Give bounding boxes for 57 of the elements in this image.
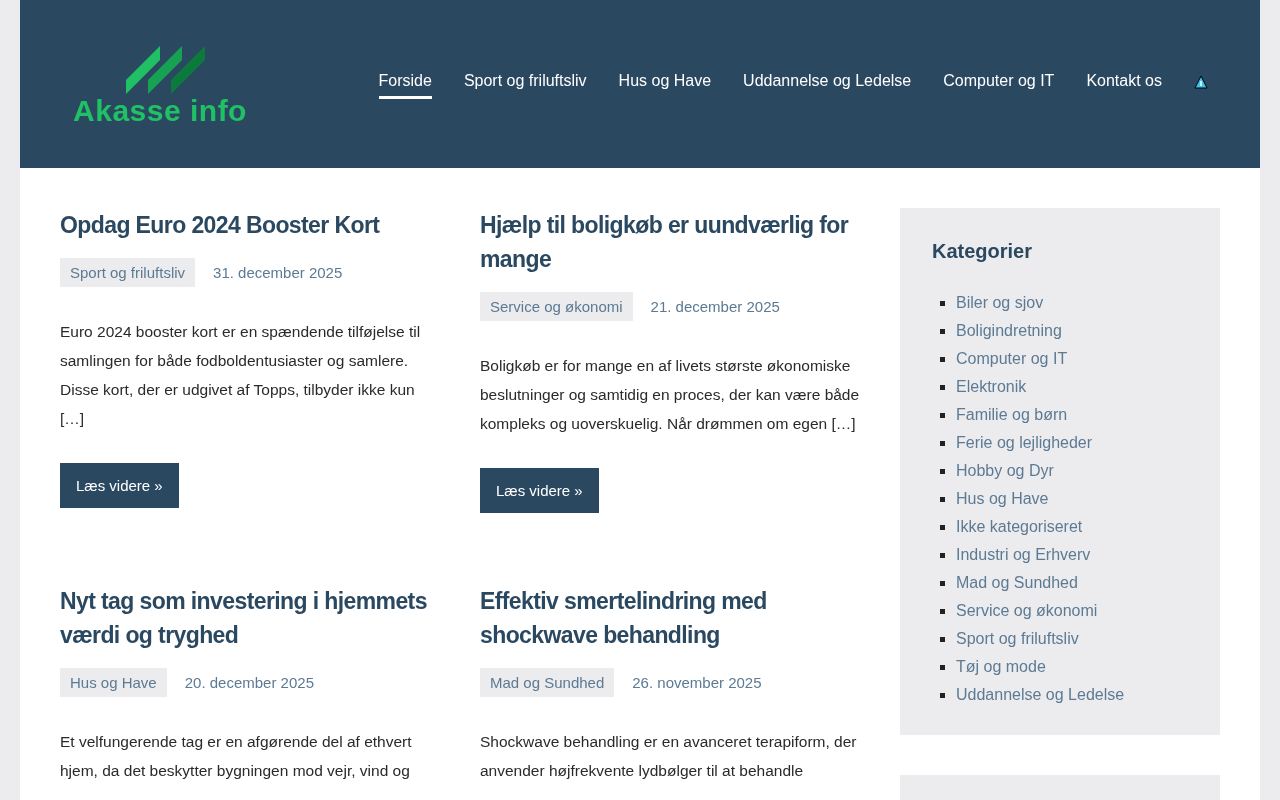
- bullet-icon: [940, 636, 945, 642]
- category-link[interactable]: Sport og friluftsliv: [956, 630, 1079, 648]
- bullet-icon: [940, 608, 945, 614]
- post-date[interactable]: 31. december 2025: [213, 264, 343, 281]
- bullet-icon: [940, 524, 945, 530]
- bullet-icon: [940, 300, 945, 306]
- bullet-icon: [940, 328, 945, 334]
- category-link[interactable]: Hobby og Dyr: [956, 462, 1054, 480]
- read-more-button[interactable]: Læs videre »: [480, 468, 599, 513]
- post-date[interactable]: 26. november 2025: [632, 673, 762, 691]
- post-excerpt: Et velfungerende tag er en afgørende del af ethvert hjem, da det beskytter bygningen mod vejr, vind og: [60, 731, 413, 781]
- bullet-icon: [940, 552, 945, 558]
- read-more-button[interactable]: Læs videre »: [60, 463, 179, 508]
- bullet-icon: [940, 468, 945, 474]
- widget-title: Kategorier: [932, 240, 1034, 263]
- category-link[interactable]: Mad og Sundhed: [956, 574, 1078, 592]
- logo-text[interactable]: Akasse info: [73, 94, 247, 128]
- category-tag[interactable]: Mad og Sundhed: [480, 667, 615, 697]
- category-link[interactable]: Uddannelse og Ledelse: [956, 686, 1125, 704]
- category-link[interactable]: Hus og Have: [956, 490, 1049, 508]
- nav-link[interactable]: Kontakt os: [1086, 65, 1162, 99]
- post-date[interactable]: 21. december 2025: [650, 298, 780, 315]
- category-link[interactable]: Familie og børn: [956, 406, 1068, 424]
- category-link[interactable]: Boligindretning: [956, 322, 1062, 340]
- bullet-icon: [940, 496, 945, 502]
- category-link[interactable]: Industri og Erhverv: [956, 546, 1091, 564]
- bullet-icon: [940, 664, 945, 670]
- post-excerpt: Euro 2024 booster kort er en spændende tilføjelse til samlingen for både fodboldentusiaster og samlere. Disse kort, der er udgivet af Topps, tilbyder ikke kun […]: [60, 322, 422, 429]
- bullet-icon: [940, 440, 945, 446]
- category-link[interactable]: Service og økonomi: [956, 602, 1098, 620]
- nav-link[interactable]: Forside: [378, 65, 432, 99]
- bullet-icon: [940, 384, 945, 390]
- category-link[interactable]: Elektronik: [956, 378, 1027, 396]
- post-date[interactable]: 20. december 2025: [184, 673, 314, 691]
- nav-link[interactable]: Hus og Have: [618, 65, 712, 99]
- bullet-icon: [940, 580, 945, 586]
- post-title[interactable]: Hjælp til boligkøb er uundværlig for mange: [480, 208, 860, 276]
- category-tag[interactable]: Service og økonomi: [480, 292, 633, 321]
- post-title[interactable]: Effektiv smertelindring med shockwave behandling: [480, 583, 860, 652]
- category-tag[interactable]: Hus og Have: [60, 667, 167, 697]
- nav-link[interactable]: Computer og IT: [943, 65, 1055, 99]
- category-tag[interactable]: Sport og friluftsliv: [60, 258, 196, 287]
- post-excerpt: Shockwave behandling er en avanceret terapiform, der anvender højfrekvente lydbølger til at behandle: [480, 731, 858, 781]
- category-link[interactable]: Tøj og mode: [956, 658, 1046, 676]
- post-title[interactable]: Nyt tag som investering i hjemmets værdi og tryghed: [60, 583, 440, 652]
- post-title[interactable]: Opdag Euro 2024 Booster Kort: [60, 208, 440, 242]
- nav-link[interactable]: Uddannelse og Ledelse: [743, 65, 912, 99]
- bullet-icon: [940, 412, 945, 418]
- post-excerpt: Boligkøb er for mange en af livets største økonomiske beslutninger og samtidig en proces, der kan være både kompleks og uoverskuelig. Når drømmen om egen […]: [480, 356, 860, 434]
- category-link[interactable]: Biler og sjov: [956, 294, 1044, 312]
- triangle-icon[interactable]: [1194, 75, 1208, 89]
- category-link[interactable]: Ikke kategoriseret: [956, 518, 1083, 536]
- nav-link[interactable]: Sport og friluftsliv: [463, 65, 587, 99]
- bullet-icon: [940, 356, 945, 362]
- category-link[interactable]: Ferie og lejligheder: [956, 434, 1093, 452]
- category-link[interactable]: Computer og IT: [956, 350, 1068, 368]
- bullet-icon: [940, 692, 945, 698]
